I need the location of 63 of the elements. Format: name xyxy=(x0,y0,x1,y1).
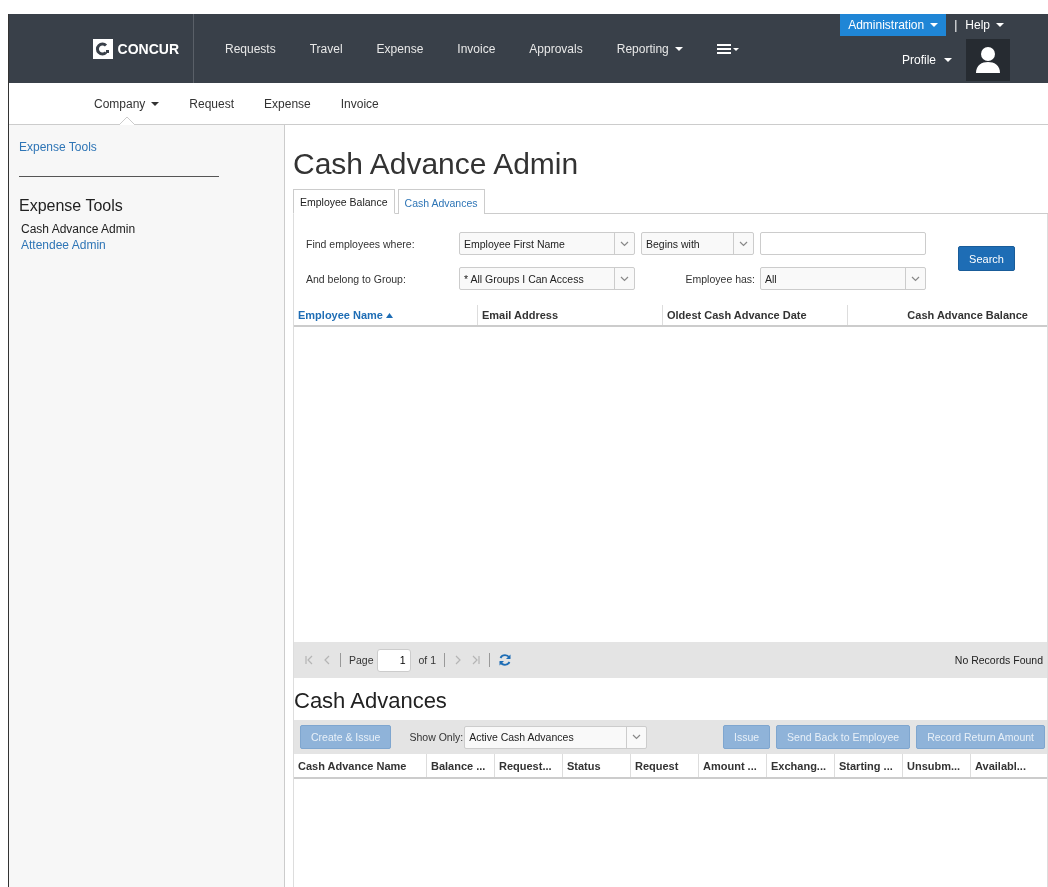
profile-menu[interactable]: Profile xyxy=(902,53,952,67)
nav-link[interactable]: Invoice xyxy=(440,41,513,56)
page-field[interactable]: 1 xyxy=(376,648,411,672)
page-title: Cash Advance Admin xyxy=(293,147,579,181)
tab[interactable]: Employee Balance xyxy=(293,189,395,214)
nav-link[interactable]: Expense xyxy=(359,41,441,56)
chevron-down-icon xyxy=(739,240,748,247)
column-header[interactable]: Unsubm... xyxy=(902,754,970,777)
help-menu[interactable]: Help xyxy=(965,18,1010,32)
column-header[interactable]: Email Address xyxy=(477,305,662,325)
concur-logo[interactable]: CONCUR xyxy=(92,38,179,59)
column-header[interactable]: Request... xyxy=(494,754,562,777)
sidebar-item[interactable]: Cash Advance Admin xyxy=(19,221,138,237)
employee-has-dropdown[interactable]: All xyxy=(760,267,926,290)
filter-label: Find employees where: xyxy=(306,237,416,250)
sidebar-heading: Expense Tools xyxy=(19,197,124,215)
column-header[interactable]: Cash Advance Balance xyxy=(847,305,1032,325)
column-header[interactable]: Amount ... xyxy=(698,754,766,777)
chevron-down-icon xyxy=(620,275,629,282)
filter-label: And belong to Group: xyxy=(306,272,407,285)
subnav-tab[interactable]: Invoice xyxy=(325,83,394,124)
column-header[interactable]: Oldest Cash Advance Date xyxy=(662,305,847,325)
previous-page-icon[interactable] xyxy=(322,655,332,665)
sort-ascending-icon xyxy=(386,312,393,318)
show-only-dropdown[interactable]: Active Cash Advances xyxy=(464,725,648,749)
show-only-label: Show Only: xyxy=(409,731,464,743)
nav-link[interactable]: Approvals xyxy=(512,41,600,56)
group-dropdown[interactable]: * All Groups I Can Access xyxy=(459,267,635,290)
nav-link[interactable]: Reporting xyxy=(599,41,700,56)
section-title: Cash Advances xyxy=(294,688,447,714)
page-count: of 1 xyxy=(418,654,437,666)
administration-menu[interactable]: Administration xyxy=(840,14,947,36)
column-header[interactable]: Starting ... xyxy=(834,754,902,777)
page-label: Page xyxy=(349,654,374,666)
search-button[interactable]: Search xyxy=(958,246,1015,271)
column-header[interactable]: Status xyxy=(562,754,630,777)
column-header[interactable]: Cash Advance Name xyxy=(294,754,426,777)
nav-link[interactable]: Requests xyxy=(208,41,293,56)
records-status: No Records Found xyxy=(954,654,1043,666)
first-page-icon[interactable] xyxy=(304,655,314,665)
subnav-tab[interactable]: Request xyxy=(174,83,250,124)
separator: | xyxy=(954,18,958,32)
column-header[interactable]: Request xyxy=(630,754,698,777)
column-header[interactable]: Availabl... xyxy=(970,754,1034,777)
column-header[interactable]: Exchang... xyxy=(766,754,834,777)
nav-link[interactable]: Travel xyxy=(292,41,360,56)
subnav-tab[interactable]: Expense xyxy=(249,83,326,124)
column-header[interactable]: Employee Name xyxy=(294,305,477,325)
refresh-icon[interactable] xyxy=(498,653,513,667)
sidebar-item[interactable]: Attendee Admin xyxy=(19,237,108,253)
search-field[interactable] xyxy=(760,232,926,255)
filter-label: Employee has: xyxy=(684,272,756,285)
operator-dropdown[interactable]: Begins with xyxy=(641,232,754,255)
chevron-down-icon xyxy=(632,734,642,740)
logo-icon xyxy=(92,38,113,59)
breadcrumb-link[interactable]: Expense Tools xyxy=(19,140,97,154)
column-header[interactable]: Balance ... xyxy=(426,754,494,777)
chevron-down-icon xyxy=(620,240,629,247)
last-page-icon[interactable] xyxy=(471,655,482,665)
avatar-icon[interactable] xyxy=(966,39,1010,81)
tab[interactable]: Cash Advances xyxy=(397,189,485,214)
chevron-down-icon xyxy=(911,275,920,282)
field-dropdown[interactable]: Employee First Name xyxy=(459,232,635,255)
